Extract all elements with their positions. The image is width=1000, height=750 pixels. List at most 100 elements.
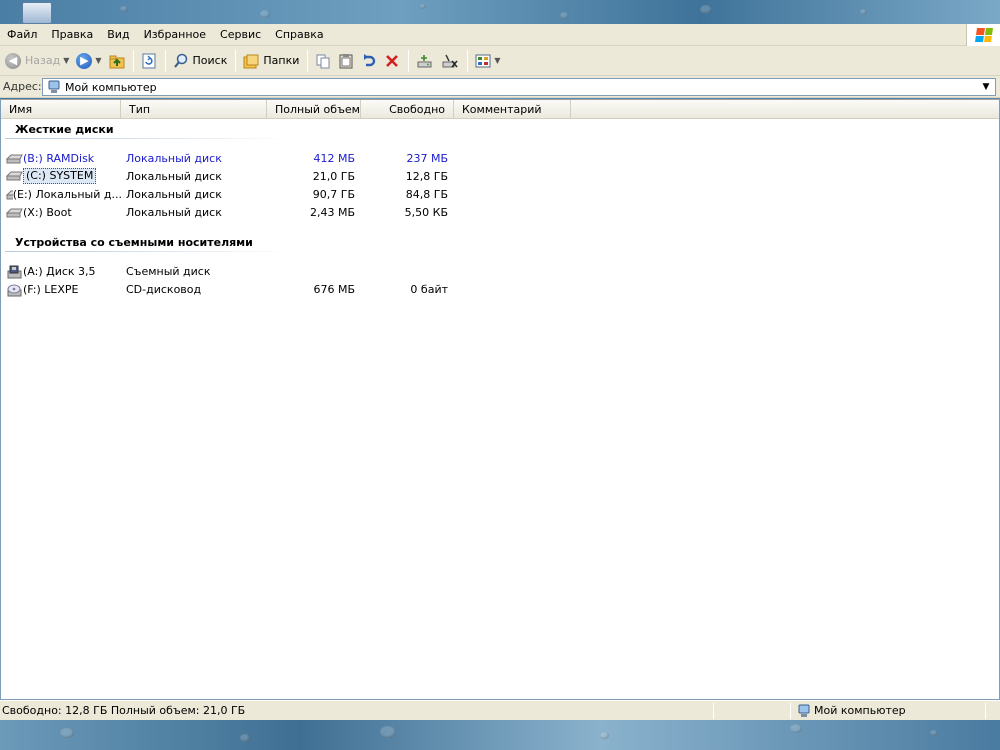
menu-file[interactable]: Файл — [0, 25, 44, 45]
paste-button[interactable] — [335, 49, 357, 73]
undo-button[interactable] — [358, 49, 380, 73]
views-button[interactable]: ▼ — [472, 49, 503, 73]
menu-favorites[interactable]: Избранное — [137, 25, 213, 45]
list-item-drive-a[interactable]: (A:) Диск 3,5 Съемный диск — [1, 263, 999, 281]
drive-total-size: 21,0 ГБ — [312, 170, 355, 183]
back-arrow-icon: ◀ — [5, 52, 21, 69]
address-label: Адрес: — [3, 80, 42, 93]
desktop-computer-icon[interactable] — [22, 2, 52, 24]
toolbar-separator — [132, 49, 134, 72]
delete-button[interactable] — [381, 49, 403, 73]
hard-drive-icon — [6, 208, 23, 218]
status-separator — [713, 703, 714, 719]
forward-dropdown-icon[interactable]: ▼ — [95, 56, 101, 65]
search-button[interactable]: Поиск — [170, 49, 231, 73]
status-free-total: Свободно: 12,8 ГБ Полный объем: 21,0 ГБ — [2, 704, 246, 717]
column-header-free-space[interactable]: Свободно — [361, 100, 454, 119]
menu-help[interactable]: Справка — [268, 25, 330, 45]
list-item-drive-b[interactable]: (B:) RAMDisk Локальный диск 412 МБ 237 М… — [1, 150, 999, 168]
forward-arrow-icon: ▶ — [76, 52, 93, 69]
group-header-hard-drives: Жесткие диски — [15, 123, 114, 136]
search-icon — [173, 53, 187, 68]
drive-type: Локальный диск — [126, 152, 222, 165]
drive-total-size: 412 МБ — [313, 152, 355, 165]
drive-total-size: 90,7 ГБ — [312, 188, 355, 201]
drive-free-space: 0 байт — [410, 283, 448, 296]
back-label: Назад — [25, 54, 61, 67]
up-folder-button[interactable] — [106, 49, 128, 73]
list-item-drive-e[interactable]: (E:) Локальный д... Локальный диск 90,7 … — [1, 186, 999, 204]
hard-drive-icon — [6, 154, 23, 164]
toolbar-separator — [235, 49, 237, 72]
status-bar: Свободно: 12,8 ГБ Полный объем: 21,0 ГБ … — [0, 700, 1000, 720]
map-network-drive-icon — [417, 54, 432, 67]
views-icon — [475, 54, 491, 67]
folders-icon — [243, 54, 259, 68]
drive-type: Локальный диск — [126, 206, 222, 219]
menu-edit[interactable]: Правка — [44, 25, 100, 45]
copy-to-button[interactable] — [312, 49, 334, 73]
toolbar-separator — [307, 49, 309, 72]
column-header-row: Имя Тип Полный объем Свободно Комментари… — [1, 100, 999, 119]
paste-icon — [339, 53, 353, 68]
list-item-drive-x[interactable]: (X:) Boot Локальный диск 2,43 МБ 5,50 КБ — [1, 204, 999, 222]
my-computer-icon — [48, 80, 60, 93]
drive-type: Локальный диск — [126, 170, 222, 183]
floppy-drive-icon — [7, 265, 22, 279]
delete-icon — [386, 54, 399, 67]
drive-free-space: 237 МБ — [406, 152, 448, 165]
drive-total-size: 2,43 МБ — [309, 206, 355, 219]
column-header-name[interactable]: Имя — [1, 100, 121, 119]
windows-logo-icon — [966, 24, 1000, 46]
desktop-background-top — [0, 0, 1000, 24]
hard-drive-icon — [6, 171, 23, 181]
drive-name: (X:) Boot — [23, 206, 72, 219]
drive-free-space: 12,8 ГБ — [405, 170, 448, 183]
toolbar-separator — [164, 49, 166, 72]
drive-name: (F:) LEXPE — [23, 283, 79, 296]
file-list-pane[interactable]: Имя Тип Полный объем Свободно Комментари… — [0, 99, 1000, 700]
drive-free-space: 5,50 КБ — [404, 206, 448, 219]
list-item-drive-c[interactable]: (C:) SYSTEM Локальный диск 21,0 ГБ 12,8 … — [1, 168, 999, 186]
group-divider — [5, 138, 295, 139]
drive-total-size — [267, 263, 355, 281]
folders-label: Папки — [263, 54, 300, 67]
address-input[interactable]: Мой компьютер ▼ — [42, 78, 996, 96]
my-computer-icon — [798, 704, 810, 717]
refresh-button[interactable] — [138, 49, 160, 73]
drive-name: (B:) RAMDisk — [23, 152, 95, 165]
back-dropdown-icon[interactable]: ▼ — [63, 56, 69, 65]
drive-type: CD-дисковод — [126, 283, 202, 296]
toolbar: ◀ Назад ▼ ▶ ▼ Поиск Папки ▼ — [0, 46, 1000, 76]
drive-name: (E:) Локальный д... — [12, 188, 122, 201]
forward-button[interactable]: ▶ ▼ — [73, 49, 104, 73]
refresh-icon — [142, 53, 156, 68]
menu-view[interactable]: Вид — [100, 25, 136, 45]
status-location: Мой компьютер — [797, 703, 906, 719]
hard-drive-icon — [6, 190, 13, 200]
back-button[interactable]: ◀ Назад ▼ — [2, 49, 72, 73]
status-separator — [985, 703, 986, 719]
copy-icon — [316, 54, 330, 68]
desktop-background-bottom — [0, 720, 1000, 750]
search-label: Поиск — [192, 54, 228, 67]
up-folder-icon — [109, 55, 125, 68]
drive-free-space: 84,8 ГБ — [405, 188, 448, 201]
column-header-total-size[interactable]: Полный объем — [267, 100, 361, 119]
address-value: Мой компьютер — [65, 80, 157, 94]
views-dropdown-icon[interactable]: ▼ — [494, 56, 500, 65]
folders-button[interactable]: Папки — [240, 49, 302, 73]
group-header-removable-devices: Устройства со съемными носителями — [15, 236, 253, 249]
drive-type: Локальный диск — [126, 188, 222, 201]
menu-tools[interactable]: Сервис — [213, 25, 268, 45]
drive-name: (C:) SYSTEM — [23, 168, 97, 184]
address-dropdown-icon[interactable]: ▼ — [978, 79, 994, 95]
column-header-type[interactable]: Тип — [121, 100, 267, 119]
drive-total-size: 676 МБ — [313, 283, 355, 296]
drive-type: Съемный диск — [126, 265, 211, 278]
disconnect-drive-button[interactable] — [438, 49, 462, 73]
list-item-drive-f[interactable]: (F:) LEXPE CD-дисковод 676 МБ 0 байт — [1, 281, 999, 299]
map-drive-button[interactable] — [413, 49, 437, 73]
disconnect-network-drive-icon — [442, 54, 458, 67]
column-header-comment[interactable]: Комментарий — [454, 100, 571, 119]
